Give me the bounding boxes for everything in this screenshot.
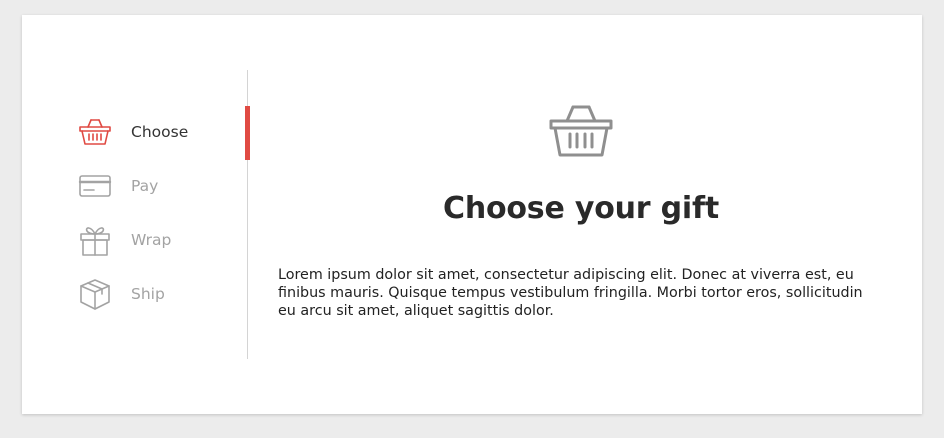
tab-wrap[interactable]: Wrap (78, 213, 248, 267)
credit-card-icon (78, 169, 112, 203)
gift-icon (78, 223, 112, 257)
gift-wizard-card: Choose Pay Wrap Ship Choose your gift Lo… (22, 15, 922, 414)
tab-pay[interactable]: Pay (78, 159, 248, 213)
tab-ship[interactable]: Ship (78, 267, 248, 321)
tab-pay-label: Pay (131, 177, 159, 195)
tab-ship-label: Ship (131, 285, 165, 303)
page-title: Choose your gift (443, 191, 719, 226)
step-description: Lorem ipsum dolor sit amet, consectetur … (278, 267, 863, 319)
box-icon (78, 277, 112, 311)
tab-choose[interactable]: Choose (78, 105, 248, 159)
step-tabs: Choose Pay Wrap Ship (78, 105, 248, 321)
tab-choose-label: Choose (131, 123, 189, 141)
basket-icon (78, 115, 112, 149)
step-content: Choose your gift Lorem ipsum dolor sit a… (278, 103, 884, 320)
active-tab-indicator (245, 106, 250, 160)
basket-icon (278, 103, 884, 165)
tab-wrap-label: Wrap (131, 231, 172, 249)
